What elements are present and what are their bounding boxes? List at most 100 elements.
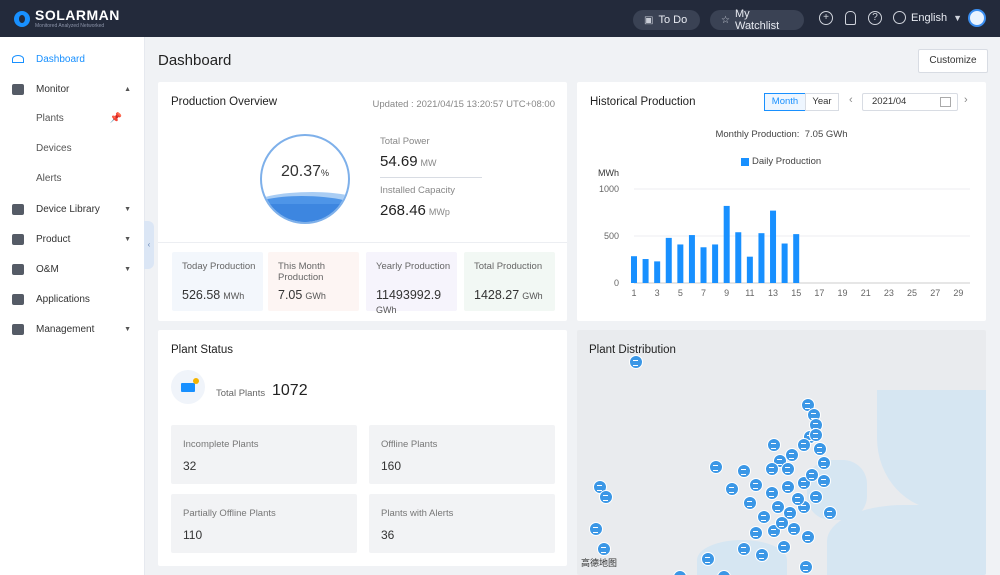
status-label: Plants with Alerts — [381, 508, 454, 519]
plant-marker[interactable] — [809, 428, 823, 442]
bell-icon[interactable] — [845, 11, 856, 25]
total-plants-label: Total Plants — [216, 388, 266, 399]
pin-icon[interactable]: 📌 — [110, 109, 122, 129]
status-value: 160 — [381, 459, 402, 473]
tab-year[interactable]: Year — [805, 93, 839, 111]
plant-distribution-map[interactable]: Plant Distribution 高德地图 — [577, 330, 986, 575]
x-tick-label: 23 — [884, 288, 894, 298]
plant-marker[interactable] — [799, 560, 813, 574]
x-tick-label: 5 — [678, 288, 683, 298]
plant-marker[interactable] — [781, 462, 795, 476]
chevron-down-icon: ▼ — [124, 265, 131, 273]
language-selector[interactable]: English ▼ — [893, 11, 962, 24]
sidebar-subitem-plants[interactable]: Plants 📌 — [36, 109, 136, 129]
plant-marker[interactable] — [755, 548, 769, 562]
add-icon[interactable]: + — [819, 11, 833, 25]
sidebar-item-monitor[interactable]: Monitor ▲ — [0, 79, 145, 99]
chevron-down-icon: ▼ — [124, 325, 131, 333]
plant-marker[interactable] — [737, 464, 751, 478]
plant-marker[interactable] — [771, 500, 785, 514]
historical-production-card: Historical Production Month Year ‹ 2021/… — [577, 82, 986, 321]
plant-marker[interactable] — [709, 460, 723, 474]
plant-marker[interactable] — [787, 522, 801, 536]
plant-marker[interactable] — [813, 442, 827, 456]
plant-marker[interactable] — [725, 482, 739, 496]
plant-marker[interactable] — [597, 542, 611, 556]
plant-marker[interactable] — [737, 542, 751, 556]
month-picker[interactable]: 2021/04 — [862, 93, 958, 111]
plant-marker[interactable] — [767, 438, 781, 452]
sidebar-item-product[interactable]: Product ▼ — [0, 229, 145, 249]
x-tick-label: 21 — [861, 288, 871, 298]
bar — [770, 210, 777, 283]
plant-marker[interactable] — [777, 540, 791, 554]
plant-marker[interactable] — [817, 456, 831, 470]
chart-legend[interactable]: Daily Production — [741, 156, 821, 167]
plant-marker[interactable] — [797, 438, 811, 452]
stat-label: Yearly Production — [376, 261, 451, 272]
plant-marker[interactable] — [673, 570, 687, 575]
sidebar-item-applications[interactable]: Applications — [0, 289, 145, 309]
todo-label: To Do — [658, 14, 688, 26]
plant-marker[interactable] — [765, 462, 779, 476]
x-tick-label: 3 — [655, 288, 660, 298]
logo[interactable]: SOLARMAN Monitored Analyzed Networked — [14, 8, 120, 29]
plant-marker[interactable] — [823, 506, 837, 520]
sidebar-item-dashboard[interactable]: Dashboard — [0, 49, 145, 69]
x-tick-label: 7 — [701, 288, 706, 298]
sidebar-item-device-library[interactable]: Device Library ▼ — [0, 199, 145, 219]
sidebar-subitem-alerts[interactable]: Alerts — [36, 169, 136, 189]
plant-marker[interactable] — [599, 490, 613, 504]
stat-value: 1428.27 GWh — [474, 288, 543, 302]
status-label: Incomplete Plants — [183, 439, 259, 450]
help-icon[interactable]: ? — [868, 11, 882, 25]
stat-value: 7.05 GWh — [278, 288, 326, 302]
tab-month[interactable]: Month — [764, 93, 806, 111]
month-picker-value: 2021/04 — [872, 96, 907, 107]
plant-marker[interactable] — [817, 474, 831, 488]
watchlist-button[interactable]: ☆ My Watchlist — [710, 8, 804, 32]
sidebar-item-management[interactable]: Management ▼ — [0, 319, 145, 339]
plant-marker[interactable] — [785, 448, 799, 462]
sidebar-subitem-devices[interactable]: Devices — [36, 139, 136, 159]
incomplete-plants[interactable]: Incomplete Plants 32 — [171, 425, 357, 484]
map-sea — [877, 390, 986, 510]
stat-label: Today Production — [182, 261, 256, 272]
plant-marker[interactable] — [775, 516, 789, 530]
plant-marker[interactable] — [743, 496, 757, 510]
monthly-production-summary: Monthly Production: 7.05 GWh — [715, 129, 848, 140]
bar — [723, 205, 730, 283]
sidebar-collapse-button[interactable]: ‹ — [144, 221, 154, 269]
x-tick-label: 17 — [814, 288, 824, 298]
brand-name: SOLARMAN — [35, 7, 120, 23]
plant-marker[interactable] — [801, 530, 815, 544]
chevron-right-icon[interactable]: › — [964, 94, 968, 106]
x-tick-label: 29 — [953, 288, 963, 298]
total-power-value: 54.69 MW — [380, 153, 437, 170]
offline-plants[interactable]: Offline Plants 160 — [369, 425, 555, 484]
bar — [654, 261, 661, 283]
plant-marker[interactable] — [749, 478, 763, 492]
x-tick-label: 27 — [930, 288, 940, 298]
sidebar-item-om[interactable]: O&M ▼ — [0, 259, 145, 279]
updated-time: Updated : 2021/04/15 13:20:57 UTC+08:00 — [372, 99, 556, 110]
plant-marker[interactable] — [629, 355, 643, 369]
chevron-left-icon[interactable]: ‹ — [849, 94, 853, 106]
plant-marker[interactable] — [765, 486, 779, 500]
customize-button[interactable]: Customize — [918, 49, 988, 73]
plant-marker[interactable] — [749, 526, 763, 540]
plants-with-alerts[interactable]: Plants with Alerts 36 — [369, 494, 555, 553]
todo-button[interactable]: ▣ To Do — [633, 10, 700, 30]
stat-label: This Month Production — [278, 261, 325, 283]
plant-marker[interactable] — [701, 552, 715, 566]
calendar-icon — [940, 97, 951, 107]
partially-offline-plants[interactable]: Partially Offline Plants 110 — [171, 494, 357, 553]
plant-marker[interactable] — [781, 480, 795, 494]
plant-marker[interactable] — [809, 490, 823, 504]
avatar[interactable] — [968, 9, 986, 27]
status-value: 36 — [381, 528, 395, 542]
plant-marker[interactable] — [589, 522, 603, 536]
plant-marker[interactable] — [791, 492, 805, 506]
plant-marker[interactable] — [757, 510, 771, 524]
solar-panel-icon — [171, 370, 205, 404]
